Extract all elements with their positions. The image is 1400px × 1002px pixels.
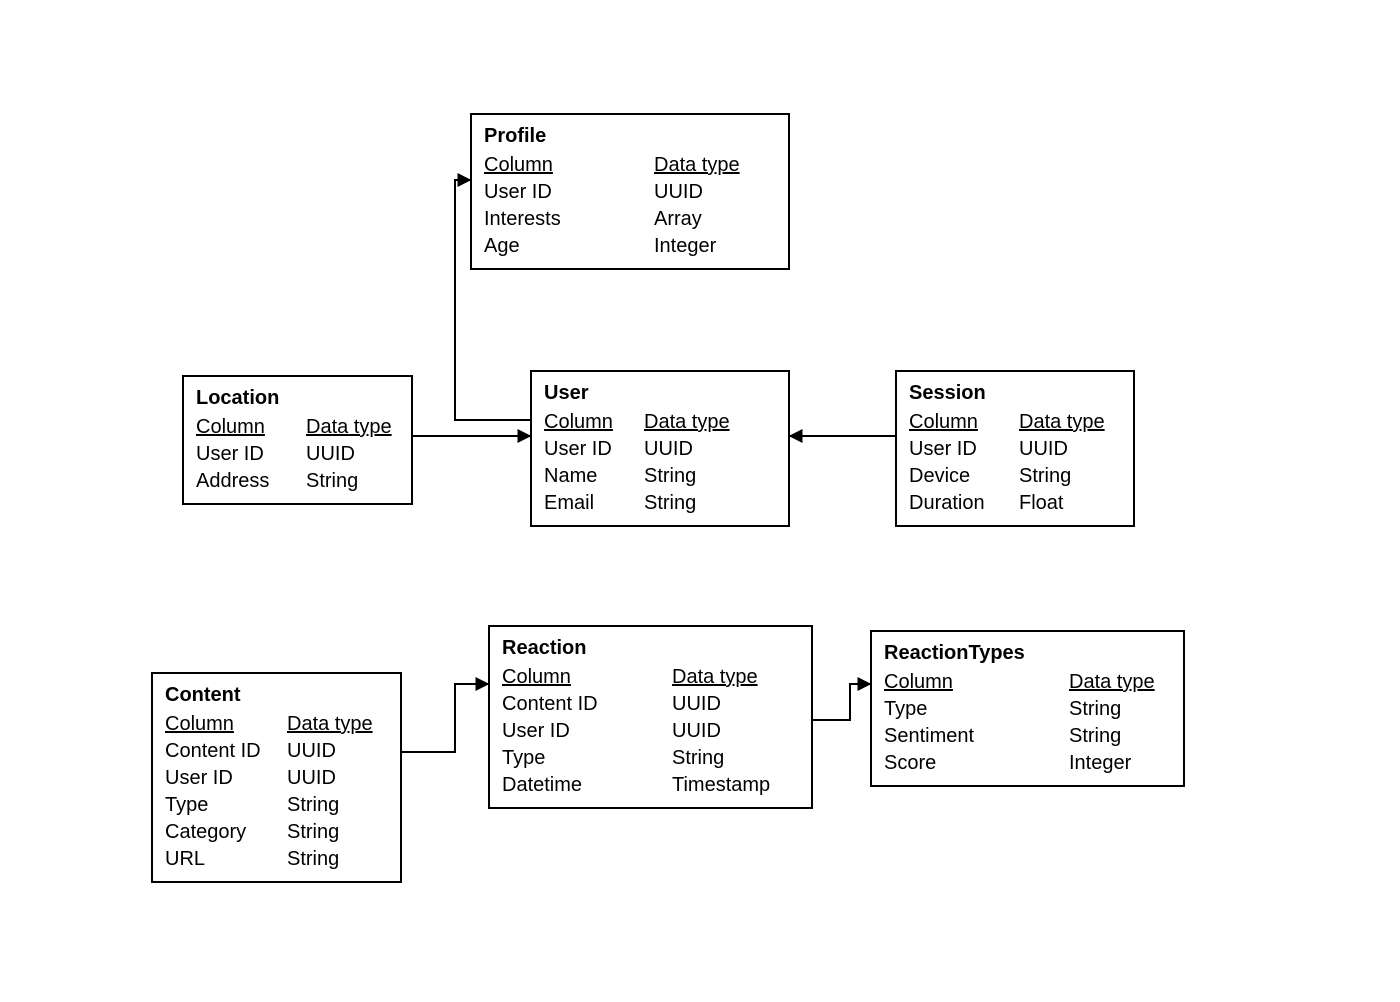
col-name: Category: [165, 819, 287, 846]
col-name: URL: [165, 846, 287, 873]
col-name: Content ID: [502, 691, 672, 718]
entity-location-title: Location: [196, 385, 399, 412]
col-name: Interests: [484, 206, 654, 233]
entity-session: Session Column Data type User IDUUID Dev…: [895, 370, 1135, 527]
col-name: User ID: [909, 436, 1019, 463]
column-header: Column: [544, 409, 644, 436]
column-header: Column: [884, 669, 1069, 696]
col-type: Integer: [654, 233, 716, 260]
col-name: Content ID: [165, 738, 287, 765]
datatype-header: Data type: [672, 664, 758, 691]
col-type: UUID: [306, 441, 355, 468]
col-type: UUID: [672, 718, 721, 745]
col-type: String: [644, 463, 696, 490]
entity-reaction: Reaction Column Data type Content IDUUID…: [488, 625, 813, 809]
col-type: UUID: [1019, 436, 1068, 463]
datatype-header: Data type: [654, 152, 740, 179]
column-header: Column: [502, 664, 672, 691]
datatype-header: Data type: [644, 409, 730, 436]
entity-profile: Profile Column Data type User IDUUID Int…: [470, 113, 790, 270]
entity-content: Content Column Data type Content IDUUID …: [151, 672, 402, 883]
col-type: Integer: [1069, 750, 1131, 777]
col-name: Score: [884, 750, 1069, 777]
col-name: User ID: [544, 436, 644, 463]
col-type: UUID: [287, 765, 336, 792]
entity-reactiontypes: ReactionTypes Column Data type TypeStrin…: [870, 630, 1185, 787]
col-type: Array: [654, 206, 702, 233]
col-type: String: [1069, 696, 1121, 723]
column-header: Column: [909, 409, 1019, 436]
datatype-header: Data type: [306, 414, 392, 441]
col-name: User ID: [165, 765, 287, 792]
entity-reaction-title: Reaction: [502, 635, 799, 662]
col-type: String: [1019, 463, 1071, 490]
entity-location: Location Column Data type User IDUUID Ad…: [182, 375, 413, 505]
entity-user-title: User: [544, 380, 776, 407]
col-name: Datetime: [502, 772, 672, 799]
datatype-header: Data type: [1069, 669, 1155, 696]
col-type: String: [287, 819, 339, 846]
col-type: String: [287, 846, 339, 873]
entity-content-title: Content: [165, 682, 388, 709]
col-type: UUID: [672, 691, 721, 718]
entity-user: User Column Data type User IDUUID NameSt…: [530, 370, 790, 527]
col-name: Name: [544, 463, 644, 490]
col-name: Address: [196, 468, 306, 495]
edge-reaction-reactiontypes: [813, 684, 870, 720]
entity-session-title: Session: [909, 380, 1121, 407]
col-name: Type: [502, 745, 672, 772]
entity-profile-title: Profile: [484, 123, 776, 150]
datatype-header: Data type: [1019, 409, 1105, 436]
col-name: Sentiment: [884, 723, 1069, 750]
col-name: Age: [484, 233, 654, 260]
col-type: UUID: [644, 436, 693, 463]
col-type: String: [1069, 723, 1121, 750]
col-name: User ID: [196, 441, 306, 468]
col-type: Float: [1019, 490, 1063, 517]
col-name: Duration: [909, 490, 1019, 517]
col-type: String: [287, 792, 339, 819]
col-type: String: [644, 490, 696, 517]
datatype-header: Data type: [287, 711, 373, 738]
col-type: UUID: [654, 179, 703, 206]
er-diagram: Profile Column Data type User IDUUID Int…: [0, 0, 1400, 1002]
entity-reactiontypes-title: ReactionTypes: [884, 640, 1171, 667]
col-type: String: [306, 468, 358, 495]
col-type: Timestamp: [672, 772, 770, 799]
col-name: User ID: [484, 179, 654, 206]
col-name: Type: [165, 792, 287, 819]
col-type: String: [672, 745, 724, 772]
column-header: Column: [484, 152, 654, 179]
col-type: UUID: [287, 738, 336, 765]
edge-content-reaction: [402, 684, 488, 752]
column-header: Column: [165, 711, 287, 738]
col-name: Device: [909, 463, 1019, 490]
col-name: Email: [544, 490, 644, 517]
col-name: User ID: [502, 718, 672, 745]
column-header: Column: [196, 414, 306, 441]
col-name: Type: [884, 696, 1069, 723]
